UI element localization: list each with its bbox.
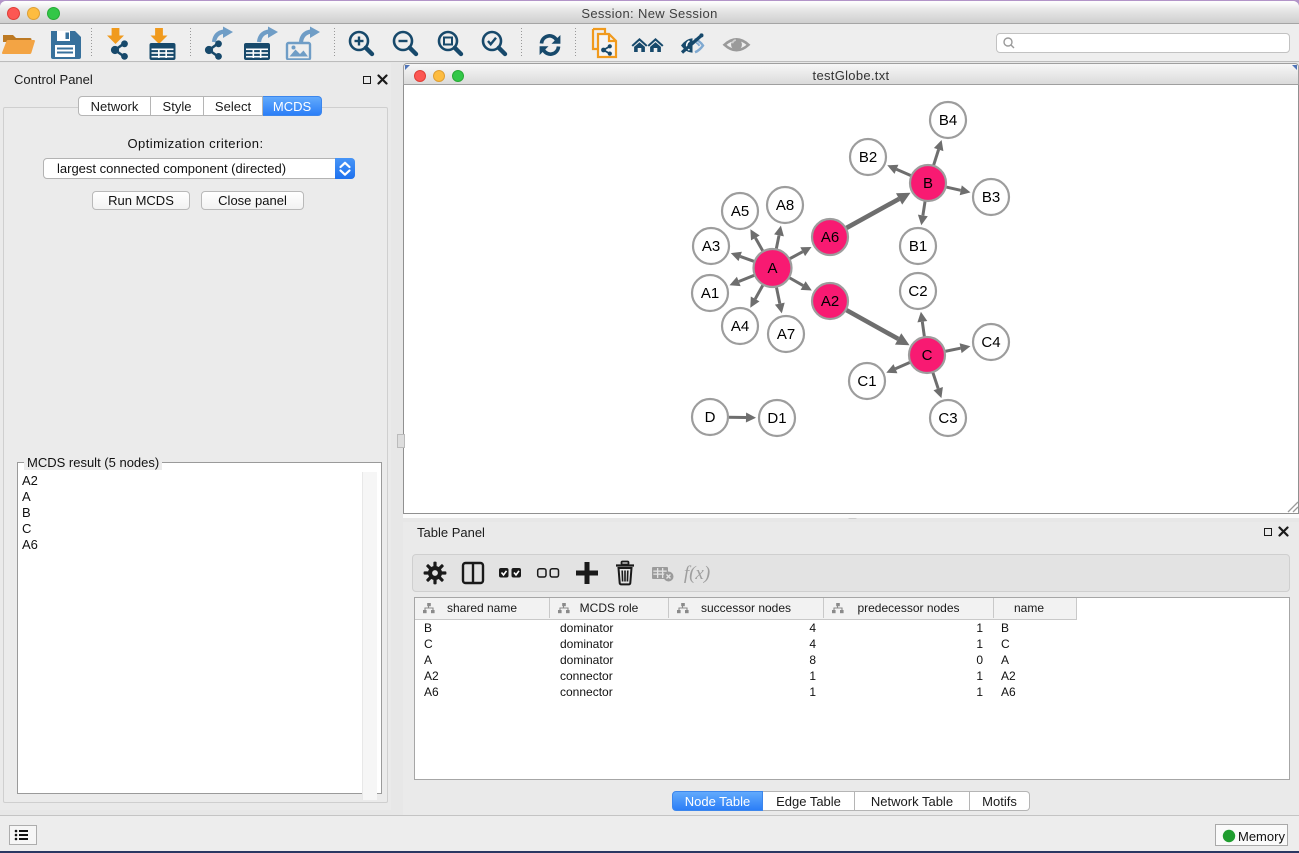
svg-text:f(x): f(x) (684, 563, 710, 584)
svg-text:B2: B2 (859, 149, 877, 166)
svg-text:B3: B3 (982, 189, 1000, 206)
svg-text:A3: A3 (702, 238, 720, 255)
svg-text:A7: A7 (777, 326, 795, 343)
svg-text:C2: C2 (908, 283, 927, 300)
svg-text:C3: C3 (938, 410, 957, 427)
svg-text:B4: B4 (939, 112, 957, 129)
svg-text:A: A (767, 260, 777, 277)
svg-text:D1: D1 (767, 410, 786, 427)
svg-text:C1: C1 (857, 373, 876, 390)
svg-text:B: B (923, 175, 933, 192)
svg-text:A4: A4 (731, 318, 749, 335)
svg-text:A6: A6 (821, 229, 839, 246)
svg-text:A5: A5 (731, 203, 749, 220)
svg-text:C: C (922, 347, 933, 364)
svg-text:A8: A8 (776, 197, 794, 214)
svg-text:A2: A2 (821, 293, 839, 310)
svg-text:C4: C4 (981, 334, 1000, 351)
svg-text:B1: B1 (909, 238, 927, 255)
svg-text:A1: A1 (701, 285, 719, 302)
svg-text:D: D (705, 409, 716, 426)
